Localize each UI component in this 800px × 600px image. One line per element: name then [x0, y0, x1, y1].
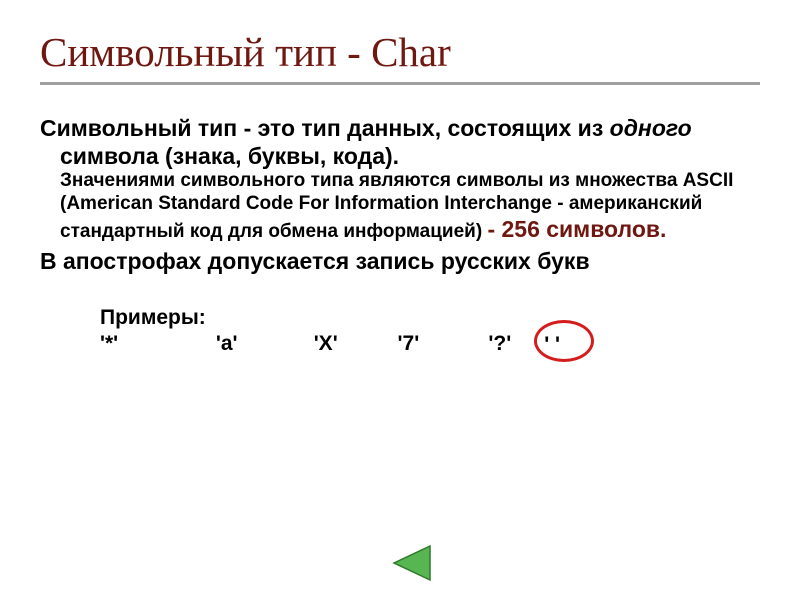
ascii-count: - 256 символов. — [487, 216, 666, 242]
examples-line: '*' 'a' 'X' '7' '?' ' ' — [100, 331, 760, 358]
example-3: 'X' — [314, 331, 392, 357]
example-4: '7' — [398, 331, 483, 357]
example-6-wrap: ' ' — [544, 332, 560, 358]
prev-slide-button[interactable] — [390, 544, 432, 582]
para1-tail: символа (знака, буквы, кода). — [60, 143, 399, 169]
para1-italic: одного — [610, 115, 692, 141]
example-5: '?' — [488, 331, 538, 357]
examples-block: Примеры: '*' 'a' 'X' '7' '?' ' ' — [40, 305, 760, 358]
paragraph-ascii: Значениями символьного типа являются сим… — [40, 170, 760, 243]
slide-body: Символьный тип - это тип данных, состоящ… — [40, 115, 760, 275]
slide: Символьный тип - Char Символьный тип - э… — [0, 0, 800, 600]
paragraph-apostrophes: В апострофах допускается запись русских … — [40, 248, 760, 276]
examples-label: Примеры: — [100, 305, 760, 331]
paragraph-definition: Символьный тип - это тип данных, состоящ… — [40, 115, 760, 170]
slide-title: Символьный тип - Char — [40, 28, 760, 76]
triangle-left-icon — [390, 544, 432, 582]
title-underline — [40, 82, 760, 85]
example-2: 'a' — [216, 331, 308, 357]
example-1: '*' — [100, 331, 210, 357]
para1-lead: Символьный тип - это тип данных, состоящ… — [40, 115, 610, 141]
red-oval-highlight — [534, 320, 594, 362]
